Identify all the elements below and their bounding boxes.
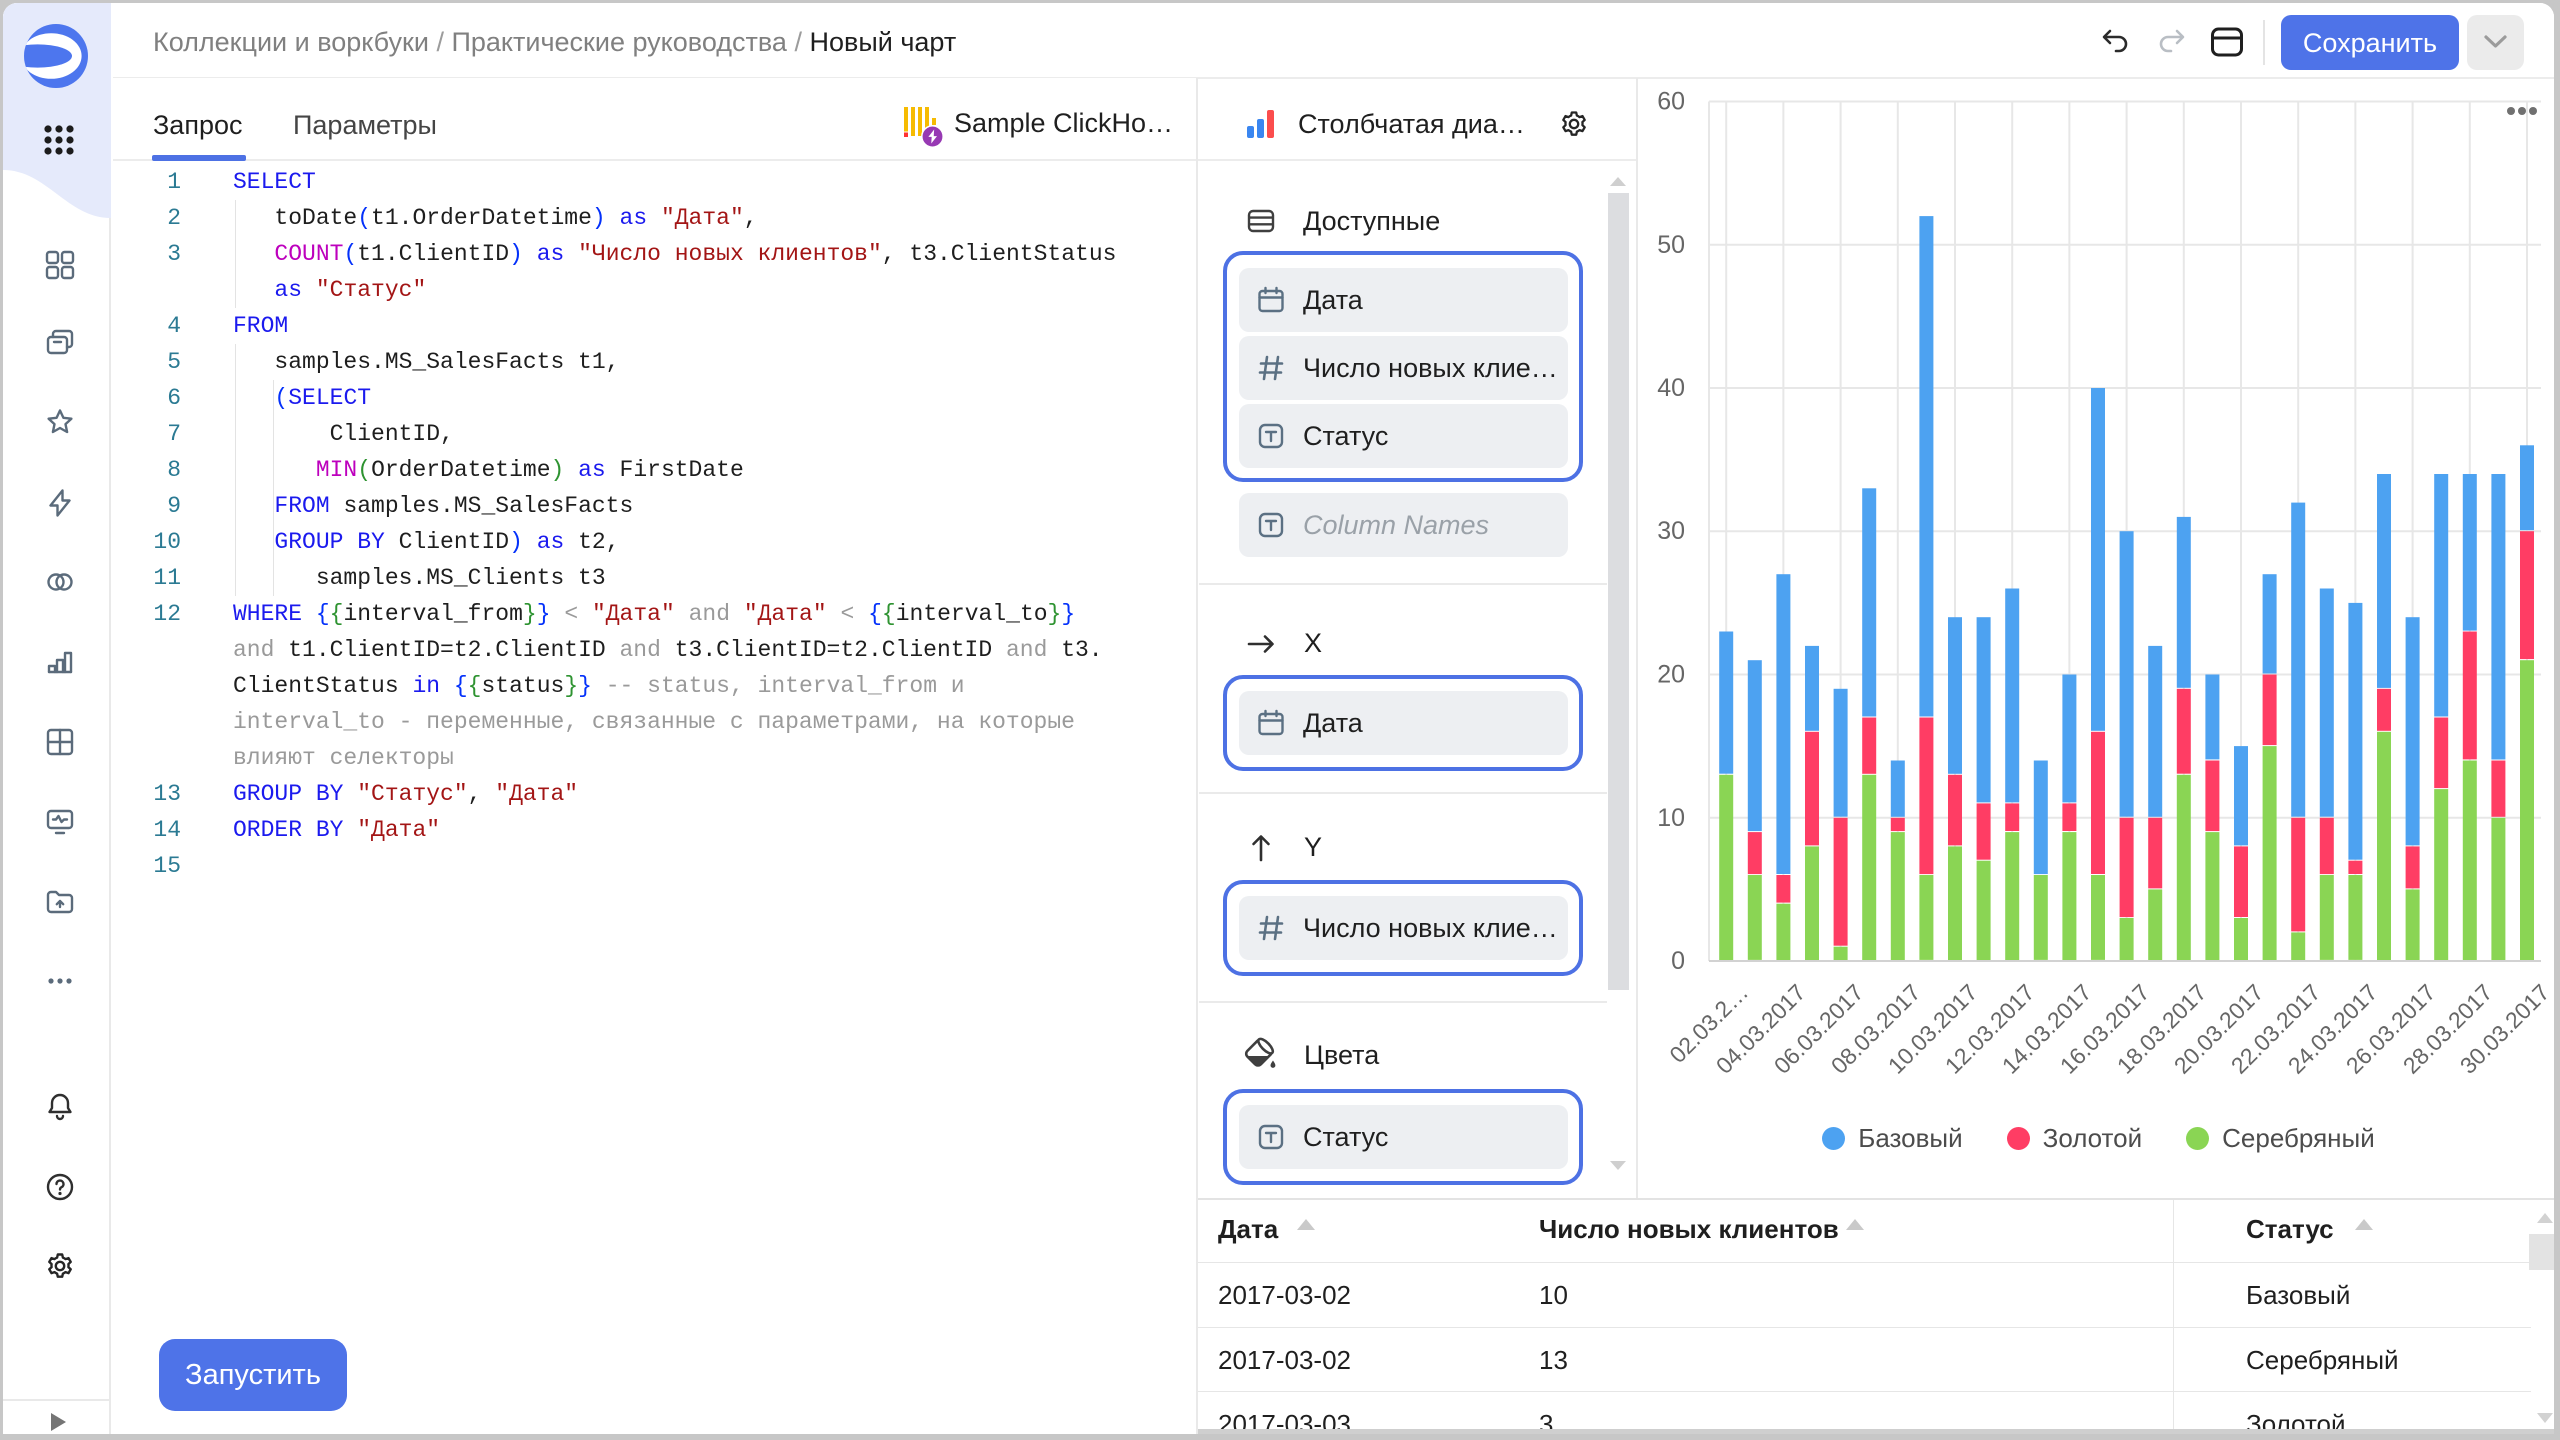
svg-text:10: 10 — [1657, 804, 1685, 832]
svg-text:50: 50 — [1657, 231, 1685, 259]
svg-text:40: 40 — [1657, 374, 1685, 402]
svg-text:20: 20 — [1657, 661, 1685, 689]
svg-text:30: 30 — [1657, 517, 1685, 545]
svg-text:60: 60 — [1657, 88, 1685, 116]
svg-text:0: 0 — [1671, 947, 1685, 975]
